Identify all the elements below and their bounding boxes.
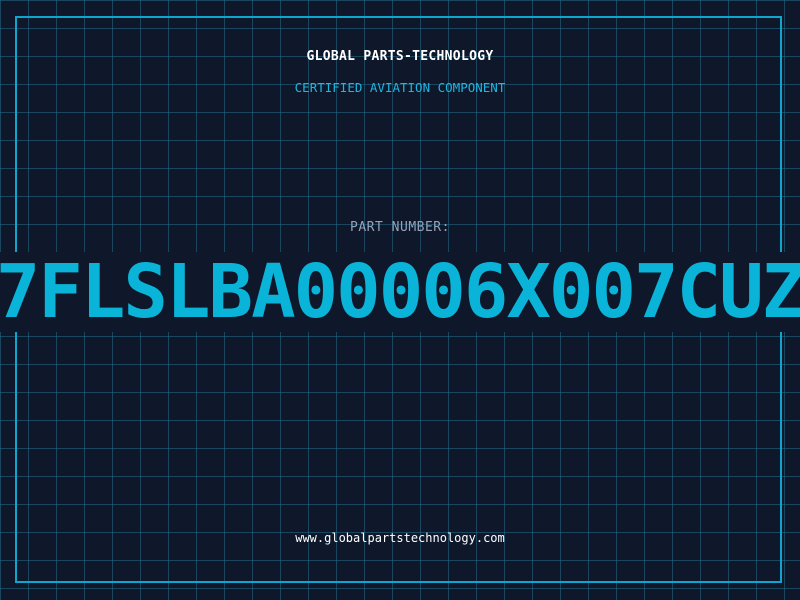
- part-number-band: 7FLSLBA00006X007CUZ: [0, 252, 800, 332]
- part-number-value: 7FLSLBA00006X007CUZ: [0, 252, 800, 332]
- website-url: www.globalpartstechnology.com: [295, 531, 505, 545]
- brand-title: GLOBAL PARTS-TECHNOLOGY: [306, 49, 494, 64]
- part-number-label: PART NUMBER:: [350, 220, 450, 235]
- certification-subtitle: CERTIFIED AVIATION COMPONENT: [294, 80, 506, 95]
